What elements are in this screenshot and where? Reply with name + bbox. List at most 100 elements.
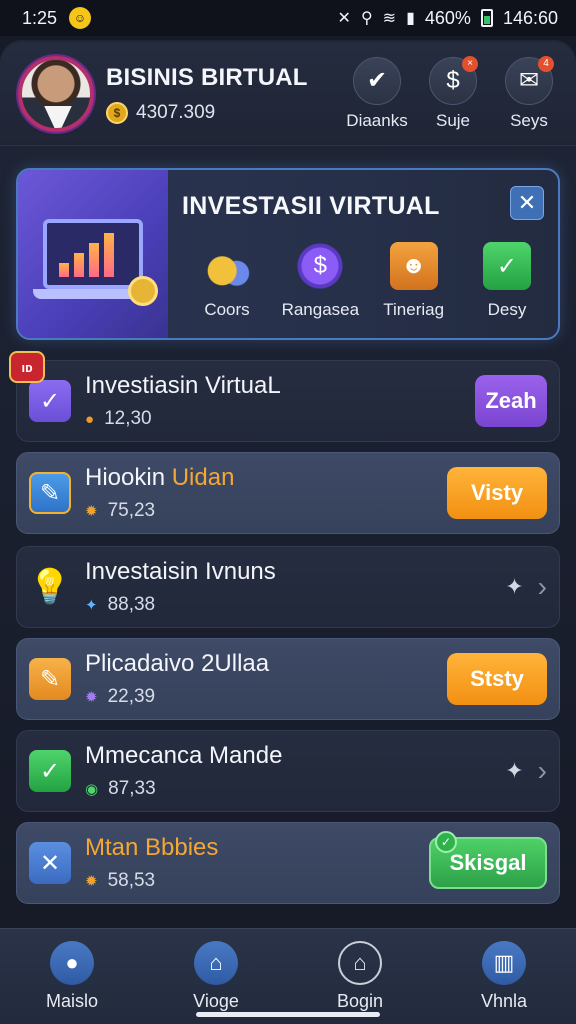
banner-items: Coors $ Rangasea ☻ Tineriag ✓ Desy bbox=[182, 242, 552, 320]
wifi-icon: ≋ bbox=[382, 10, 397, 27]
suje-label: Suje bbox=[435, 110, 471, 130]
battery-percent: 460% bbox=[424, 7, 471, 28]
nav-item-bogin[interactable]: ⌂ Bogin bbox=[300, 941, 420, 1012]
laptop-chart-illustration bbox=[18, 170, 168, 338]
ststy-button[interactable]: Ststy bbox=[447, 653, 547, 705]
balance: $ 4307.309 bbox=[106, 101, 348, 124]
banner-item-label: Coors bbox=[204, 300, 250, 319]
pencil-check-icon: ✎ bbox=[29, 472, 71, 514]
diaanks-label: Diaanks bbox=[346, 110, 408, 130]
notification-badge: × bbox=[462, 55, 478, 72]
zeah-button[interactable]: Zeah bbox=[475, 375, 547, 427]
gear-icon: ✹ bbox=[85, 503, 98, 520]
checkmark-icon: ✓ bbox=[29, 750, 71, 792]
diaanks-button[interactable]: ✔ Diaanks bbox=[346, 56, 408, 131]
task-value: 12,30 bbox=[104, 408, 152, 429]
list-item[interactable]: ✎ Hiookin Uidan ✹ 75,23 Visty bbox=[16, 452, 560, 534]
skisgal-button[interactable]: ✓ Skisgal bbox=[429, 831, 547, 889]
chevron-right-icon[interactable]: › bbox=[538, 571, 547, 603]
task-title: Investaisin Ivnuns bbox=[85, 558, 276, 585]
banner-item-rangasea[interactable]: $ Rangasea bbox=[275, 242, 365, 320]
gear-icon: ✹ bbox=[85, 689, 98, 706]
sparkle-icon: ✦ bbox=[85, 597, 98, 614]
balance-value: 4307.309 bbox=[136, 101, 216, 123]
battery-icon bbox=[480, 9, 493, 27]
banner-item-tineriag[interactable]: ☻ Tineriag bbox=[369, 242, 459, 320]
task-title-accent: Uidan bbox=[171, 464, 235, 491]
chart-check-icon: ✓ bbox=[29, 380, 71, 422]
notification-emoji-icon: ☺ bbox=[69, 7, 92, 29]
task-value: 75,23 bbox=[107, 500, 156, 521]
nav-item-vhnla[interactable]: ▥ Vhnla bbox=[444, 941, 564, 1012]
task-value: 87,33 bbox=[108, 778, 156, 799]
home-indicator bbox=[196, 1012, 380, 1017]
banner-item-coors[interactable]: Coors bbox=[182, 242, 272, 320]
task-title: Investiasin VirtuaL bbox=[85, 372, 281, 399]
profile-info: BISINIS BIRTUAL $ 4307.309 bbox=[106, 64, 348, 124]
sparkle-icon: ✦ bbox=[505, 574, 524, 599]
nav-label: Maislo bbox=[45, 991, 98, 1011]
home-icon: ⌂ bbox=[194, 941, 238, 985]
banner-title: INVESTASII VIRTUAL bbox=[182, 192, 440, 220]
header-actions: ✔ Diaanks $ × Suje ✉ 4 Seys bbox=[346, 55, 558, 131]
suje-button[interactable]: $ × Suje bbox=[424, 55, 482, 131]
nav-label: Vioge bbox=[193, 991, 239, 1011]
task-value: 58,53 bbox=[107, 870, 156, 891]
profile-header: BISINIS BIRTUAL $ 4307.309 ✔ Diaanks $ × … bbox=[0, 42, 576, 146]
coins-stack-icon bbox=[128, 276, 158, 306]
globe-icon: ● bbox=[50, 941, 94, 985]
coins-icon bbox=[203, 242, 251, 290]
avatar[interactable] bbox=[18, 55, 94, 132]
visty-button[interactable]: Visty bbox=[447, 467, 547, 519]
nav-item-vioge[interactable]: ⌂ Vioge bbox=[156, 941, 276, 1012]
banner-item-label: Desy bbox=[487, 300, 527, 319]
profile-name: BISINIS BIRTUAL bbox=[106, 63, 308, 91]
checkmark-icon: ✓ bbox=[482, 242, 531, 290]
check-icon: ✔ bbox=[353, 56, 401, 105]
task-title: Plicadaivo 2Ullaa bbox=[85, 650, 270, 677]
house-outline-icon: ⌂ bbox=[338, 941, 382, 985]
list-item[interactable]: ✎ Plicadaivo 2Ullaa ✹ 22,39 Ststy bbox=[16, 638, 560, 720]
corner-badge: ıᴅ bbox=[9, 351, 45, 383]
status-bar: 1:25 ☺ ✕ ⚲ ≋ ▮ 460% 146:60 bbox=[0, 0, 576, 36]
task-title-main: Hiookin bbox=[85, 464, 172, 491]
dollar-badge-icon: $ bbox=[296, 242, 345, 290]
task-title: Mmecanca Mande bbox=[85, 742, 283, 769]
task-value: 88,38 bbox=[107, 594, 156, 615]
close-icon: ✕ bbox=[517, 190, 537, 215]
lightbulb-icon: 💡 bbox=[28, 568, 72, 606]
pencil-check-icon: ✎ bbox=[29, 658, 71, 700]
banner-item-label: Tineriag bbox=[383, 300, 445, 319]
bottom-nav: ● Maislo ⌂ Vioge ⌂ Bogin ▥ Vhnla bbox=[0, 928, 576, 1024]
chevron-right-icon[interactable]: › bbox=[538, 755, 547, 787]
investment-banner[interactable]: INVESTASII VIRTUAL ✕ Coors $ Rangasea ☻ … bbox=[16, 168, 560, 340]
status-time-right: 146:60 bbox=[502, 7, 558, 28]
notification-badge: 4 bbox=[538, 55, 554, 72]
banner-item-desy[interactable]: ✓ Desy bbox=[462, 242, 552, 320]
drop-icon: ● bbox=[85, 410, 95, 428]
seys-button[interactable]: ✉ 4 Seys bbox=[500, 55, 558, 131]
location-icon: ⚲ bbox=[360, 10, 373, 27]
cross-icon: ✕ bbox=[29, 842, 71, 884]
skisgal-label: Skisgal bbox=[449, 850, 527, 875]
banner-item-label: Rangasea bbox=[281, 300, 360, 319]
building-icon: ▥ bbox=[482, 941, 526, 985]
list-item[interactable]: ✕ Mtan Bbbies ✹ 58,53 ✓ Skisgal bbox=[16, 822, 560, 904]
nav-item-maislo[interactable]: ● Maislo bbox=[12, 941, 132, 1012]
chat-dollar-icon: $ × bbox=[429, 55, 478, 105]
laptop-icon bbox=[33, 219, 153, 299]
sparkle-icon: ✦ bbox=[505, 758, 524, 783]
no-signal-icon: ✕ bbox=[337, 10, 351, 27]
signal-icon: ▮ bbox=[406, 10, 415, 27]
check-badge-icon: ✓ bbox=[435, 831, 457, 853]
close-button[interactable]: ✕ bbox=[510, 186, 544, 220]
list-item[interactable]: 💡 Investaisin Ivnuns ✦ 88,38 ✦ › bbox=[16, 546, 560, 628]
circle-u-icon: ◉ bbox=[85, 781, 99, 798]
person-icon: ☻ bbox=[389, 242, 438, 290]
list-item[interactable]: ✓ Mmecanca Mande ◉ 87,33 ✦ › bbox=[16, 730, 560, 812]
coin-icon: $ bbox=[106, 101, 128, 124]
list-item[interactable]: ıᴅ ✓ Investiasin VirtuaL ● 12,30 Zeah bbox=[9, 351, 560, 442]
nav-label: Bogin bbox=[336, 991, 384, 1011]
task-value: 22,39 bbox=[107, 686, 156, 707]
gear-icon: ✹ bbox=[85, 873, 98, 890]
